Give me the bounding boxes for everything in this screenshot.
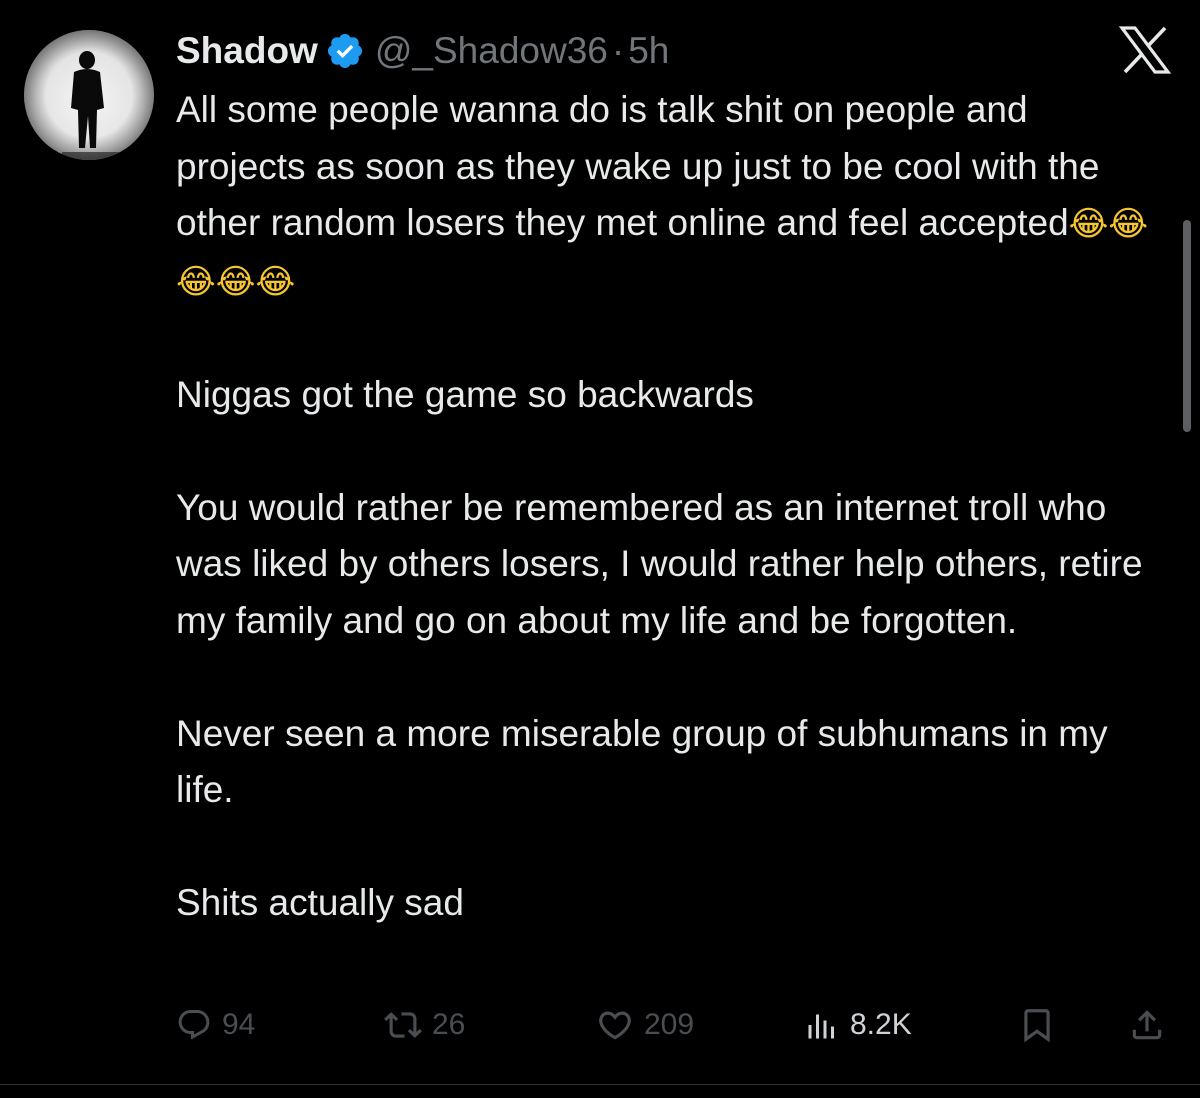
tweet-paragraph-2: Niggas got the game so backwards (176, 373, 754, 415)
user-handle[interactable]: @_Shadow36 (375, 30, 608, 72)
tweet-paragraph-3: You would rather be remembered as an int… (176, 486, 1143, 641)
bookmark-icon (1024, 1009, 1050, 1043)
separator-dot: · (611, 30, 625, 71)
verified-badge-icon (325, 31, 365, 71)
tweet-paragraph-1-text: All some people wanna do is talk shit on… (176, 89, 1100, 243)
like-count: 209 (644, 1008, 695, 1041)
repost-button[interactable]: 26 (384, 1000, 465, 1050)
share-button[interactable] (1128, 1000, 1166, 1050)
views-button[interactable]: 8.2K (804, 1000, 912, 1050)
views-count: 8.2K (850, 1008, 912, 1041)
share-icon (1132, 1010, 1162, 1040)
repost-icon (384, 1012, 422, 1038)
tweet-paragraph-4: Never seen a more miserable group of sub… (176, 712, 1108, 811)
avatar-silhouette-image (24, 30, 154, 160)
like-button[interactable]: 209 (596, 1000, 694, 1050)
tweet-header: Shadow @_Shadow36 · 5h (176, 26, 669, 76)
x-logo-icon[interactable] (1118, 26, 1172, 74)
reply-icon (178, 1010, 210, 1040)
divider (0, 1084, 1200, 1085)
avatar[interactable] (24, 30, 154, 160)
tweet-text: All some people wanna do is talk shit on… (176, 82, 1166, 932)
repost-count: 26 (432, 1008, 466, 1041)
tweet-paragraph-5: Shits actually sad (176, 882, 464, 923)
reply-button[interactable]: 94 (176, 1000, 255, 1050)
timestamp[interactable]: 5h (628, 30, 669, 72)
tweet-paragraph-1: All some people wanna do is talk shit on… (176, 82, 1166, 310)
heart-icon (599, 1011, 631, 1040)
reply-count: 94 (222, 1008, 256, 1041)
tweet-actions: 94 26 209 8.2K (176, 1000, 1172, 1050)
bookmark-button[interactable] (1018, 1000, 1056, 1050)
views-chart-icon (808, 1014, 834, 1039)
display-name[interactable]: Shadow (176, 30, 318, 72)
scrollbar[interactable] (1183, 220, 1191, 432)
